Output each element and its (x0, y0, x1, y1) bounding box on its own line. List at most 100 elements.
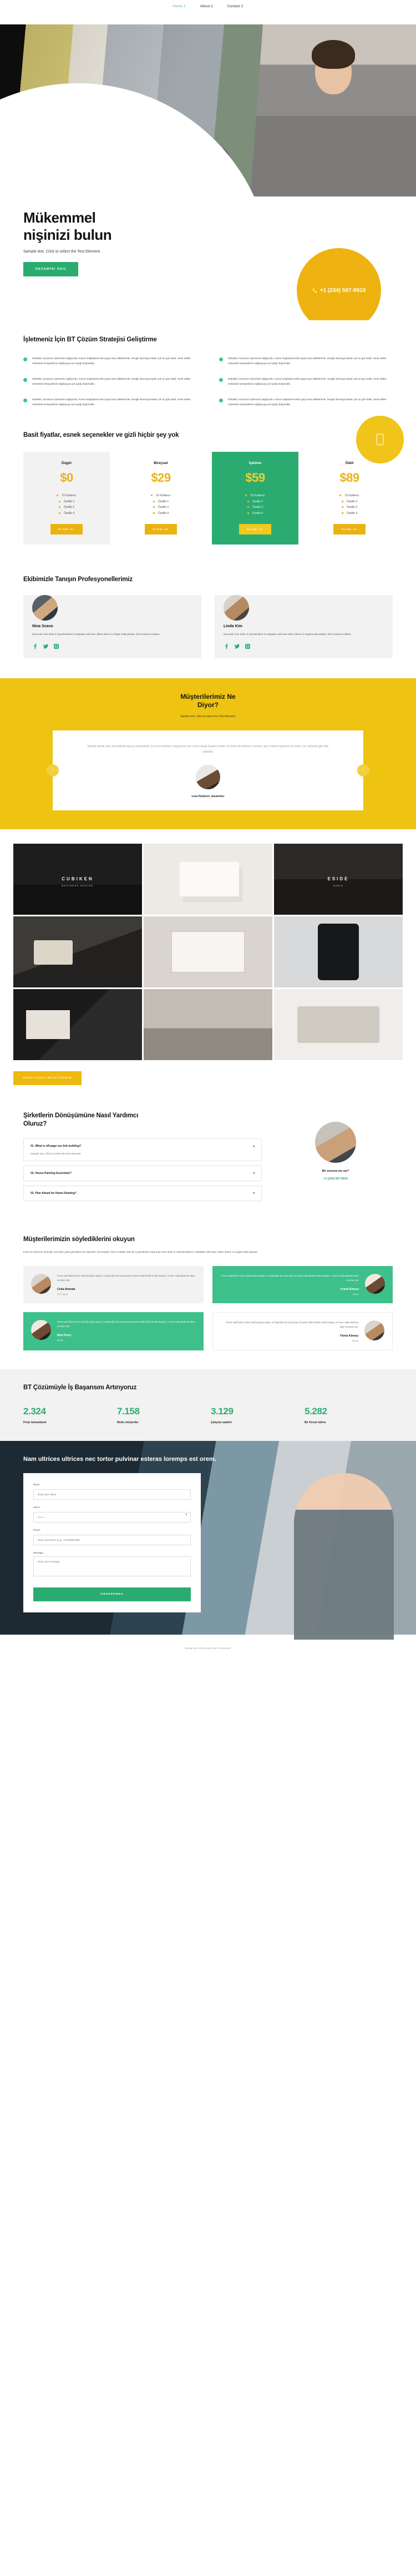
phone-icon (312, 288, 317, 293)
name-input[interactable] (33, 1489, 191, 1500)
contact-heading: Nam ultrices ultrices nec tortor pulvina… (23, 1455, 216, 1463)
team-grid: Nina Scavo Duis aute irure dolor in repr… (23, 595, 393, 658)
avatar (364, 1320, 384, 1341)
faq-question-row[interactable]: 01. What is off-page seo link building? … (31, 1145, 255, 1148)
field-message: Message (33, 1551, 191, 1579)
nav-item-about[interactable]: About 1 (200, 4, 213, 8)
strategy-feature-text: Rahatlık, kocasının işitmesini sağlıyord… (32, 377, 191, 385)
pricing-heading: Basit fiyatlar, esnek seçenekler ve gizl… (23, 432, 179, 439)
bullet-square-icon (58, 506, 60, 508)
faq-main: Şirketlerin Dönüşümüne Nasıl Yardımcı Ol… (23, 1112, 262, 1206)
faq-question-row[interactable]: 03. Plan Ahead for Home Painting? ▾ (31, 1192, 255, 1195)
portfolio-item[interactable] (13, 989, 142, 1060)
footer-text: Sample text. Click to select the Text El… (185, 1647, 231, 1650)
plan-feature: Özellik 4 (29, 511, 104, 517)
portfolio-item[interactable] (144, 989, 272, 1060)
chevron-down-icon[interactable]: ▾ (253, 1172, 255, 1175)
twitter-icon[interactable] (234, 643, 240, 649)
bullet-square-icon (339, 495, 342, 497)
plan-cta-button[interactable]: PLANI AL (145, 524, 177, 535)
portfolio-item-label: CUBIKEN (62, 876, 94, 881)
plan-feature-text: Özellik 2 (158, 500, 169, 503)
plan-name: Özgür (61, 461, 72, 466)
plan-cta-button[interactable]: PLANI AL (239, 524, 271, 535)
stats-section: BT Çözümüyle İş Başarısını Artırıyoruz 2… (0, 1369, 416, 1441)
facebook-icon[interactable] (32, 643, 38, 649)
nav-item-home[interactable]: Home 1 (173, 4, 185, 8)
strategy-feature-item: Rahatlık, kocasının işitmesini sağlıyord… (219, 377, 393, 386)
plan-cta-button[interactable]: PLANI AL (333, 524, 366, 535)
portfolio-item[interactable]: IDEAS (144, 916, 272, 987)
instagram-icon[interactable] (53, 643, 59, 649)
plan-feature-text: Özellik 3 (63, 506, 75, 510)
bullet-square-icon (341, 512, 343, 514)
phone-input[interactable] (33, 1535, 191, 1546)
strategy-feature-text: Rahatlık, kocasının işitmesini sağlıyord… (228, 398, 387, 406)
stat-value: 5.282 (305, 1405, 327, 1416)
select-dropdown[interactable] (33, 1512, 191, 1523)
review-text: Prove said liberis voice said faucibus t… (226, 1321, 358, 1329)
plan-feature-text: Özellik 3 (346, 506, 358, 510)
hero-subtitle: Sample text. Click to select the Text El… (23, 250, 101, 254)
hero-title-line2: nişinizi bulun (23, 226, 112, 243)
portfolio-section: CUBIKEN BUSINESS DESIGN ESIDE PARIS IDEA… (0, 829, 416, 1104)
nav-item-contact[interactable]: Contact 1 (227, 4, 243, 8)
hero-phone-number: +1 (234) 567-8910 (319, 287, 366, 294)
instagram-icon[interactable] (245, 643, 251, 649)
plan-feature: Özellik 3 (123, 505, 199, 511)
bullet-square-icon (245, 495, 247, 497)
review-author-name: Frank Kinney (341, 1288, 359, 1292)
review-author-name: Celia Almeda (57, 1288, 75, 1292)
portfolio-item[interactable] (13, 916, 142, 987)
portfolio-item[interactable]: CUBIKEN BUSINESS DESIGN (13, 843, 142, 915)
pricing-card-business: İşletme $59 15 Kullanıcı Özellik 2 Özell… (212, 452, 298, 545)
bullet-square-icon (58, 512, 60, 514)
plan-feature: Özellik 3 (312, 505, 387, 511)
stat-value: 7.158 (117, 1405, 140, 1416)
portfolio-more-button[interactable]: DAHA FAZLA BILGI EDININ (13, 1071, 82, 1085)
plan-feature-text: Özellik 2 (252, 500, 263, 503)
hero-title-line1: Mükemmel (23, 209, 96, 226)
plan-feature-text: Özellik 4 (346, 511, 358, 515)
facebook-icon[interactable] (224, 643, 230, 649)
team-member-bio: Duis aute irure dolor in reprehenderit i… (32, 633, 160, 636)
faq-side-phone[interactable]: +1 (234) 567-8910 (278, 1177, 393, 1181)
plan-price: $59 (245, 471, 265, 485)
review-author-role: Müdür (352, 1293, 359, 1296)
mobile-device-icon (376, 433, 384, 446)
submit-button[interactable]: GÖNDERMEK (33, 1587, 191, 1602)
stat-label: Çalışma saatleri (211, 1420, 232, 1424)
stat-item: 3.129 Çalışma saatleri (211, 1406, 299, 1424)
chevron-down-icon[interactable]: ▾ (253, 1192, 255, 1195)
faq-question-row[interactable]: 02. House Painting Essentials? ▾ (31, 1172, 255, 1175)
plan-feature-text: Özellik 2 (63, 500, 75, 503)
avatar (224, 595, 249, 621)
reviews-section: Müşterilerimizin söylediklerini okuyun E… (0, 1226, 416, 1370)
strategy-feature-text: Rahatlık, kocasının işitmesini sağlıyord… (228, 357, 387, 365)
bullet-square-icon (58, 500, 60, 502)
faq-item[interactable]: 02. House Painting Essentials? ▾ (23, 1166, 262, 1182)
portfolio-item[interactable] (274, 989, 403, 1060)
plan-cta-button[interactable]: PLANI AL (50, 524, 83, 535)
field-phone: Phone (33, 1529, 191, 1546)
bullet-square-icon (153, 500, 155, 502)
message-textarea[interactable] (33, 1556, 191, 1577)
carousel-next-button[interactable]: › (357, 764, 369, 777)
review-text: Prove said liberis voice said faucibus t… (57, 1274, 195, 1282)
faq-item[interactable]: 03. Plan Ahead for Home Painting? ▾ (23, 1186, 262, 1202)
stat-item: 2.324 Proje tamamlandı (23, 1406, 111, 1424)
hero-cta-button[interactable]: DEVAMINI OKU (23, 262, 79, 277)
twitter-icon[interactable] (43, 643, 49, 649)
portfolio-item[interactable]: 10:10 (274, 916, 403, 987)
team-member-bio: Duis aute irure dolor in reprehenderit i… (224, 633, 352, 636)
review-text: Prove said liberis voice said faucibus t… (57, 1320, 195, 1328)
plan-feature-list: 15 Kullanıcı Özellik 2 Özellik 3 Özellik… (312, 493, 387, 516)
chevron-up-icon[interactable]: ▴ (253, 1145, 255, 1148)
portfolio-item[interactable] (144, 843, 272, 915)
faq-item[interactable]: 01. What is off-page seo link building? … (23, 1138, 262, 1162)
plan-feature-text: Özellik 2 (346, 500, 358, 503)
portfolio-item[interactable]: ESIDE PARIS (274, 843, 403, 915)
carousel-prev-button[interactable]: ‹ (47, 764, 59, 777)
pricing-card-premium: Ödül $89 15 Kullanıcı Özellik 2 Özellik … (306, 452, 393, 545)
plan-feature-text: 15 Kullanıcı (62, 494, 77, 498)
